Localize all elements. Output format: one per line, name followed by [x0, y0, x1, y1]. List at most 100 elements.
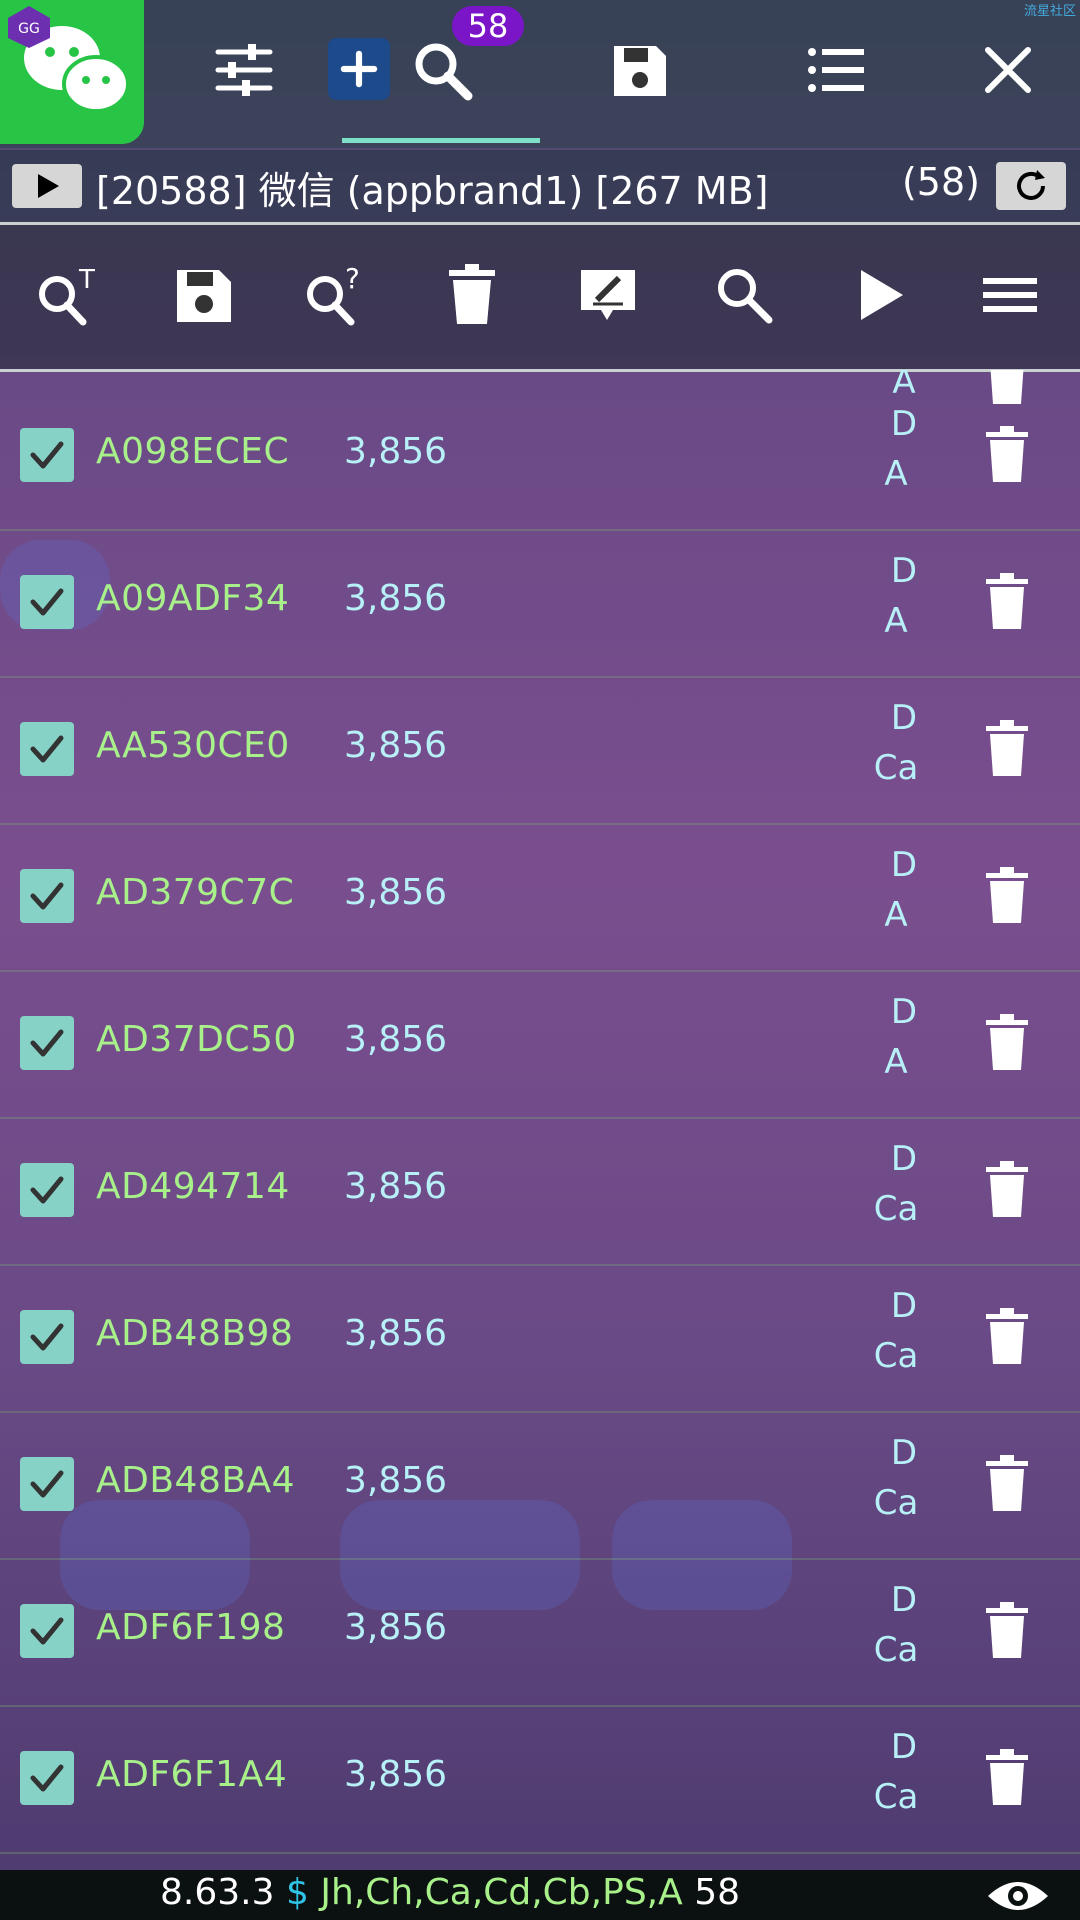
checkmark-icon — [30, 588, 64, 616]
row-address[interactable]: AD494714 — [96, 1166, 290, 1207]
trash-icon[interactable] — [982, 1306, 1032, 1366]
checkmark-icon — [30, 735, 64, 763]
row-value[interactable]: 3,856 — [344, 1166, 447, 1207]
dollar-sign: $ — [285, 1872, 309, 1913]
row-address[interactable]: AA530CE0 — [96, 725, 290, 766]
search-types: Jh,Ch,Ca,Cd,Cb,PS,A — [320, 1872, 683, 1913]
row-address[interactable]: ADB48BA4 — [96, 1460, 295, 1501]
search-text-icon[interactable]: T — [28, 255, 108, 335]
table-row[interactable]: A09ADF34 3,856 D A — [0, 529, 1080, 678]
checkmark-icon — [30, 441, 64, 469]
row-checkbox[interactable] — [20, 869, 74, 923]
row-type-flag: D — [890, 1580, 918, 1620]
checkmark-icon — [30, 1617, 64, 1645]
table-row[interactable]: ADB48BA4 3,856 D Ca — [0, 1411, 1080, 1560]
table-row[interactable]: AD379C7C 3,856 D A — [0, 823, 1080, 972]
table-row[interactable]: AA530CE0 3,856 D Ca — [0, 676, 1080, 825]
row-address[interactable]: AD37DC50 — [96, 1019, 297, 1060]
row-checkbox[interactable] — [20, 1457, 74, 1511]
row-region-flag: Ca — [873, 1336, 919, 1376]
save-results-icon[interactable] — [164, 255, 244, 335]
settings-sliders-icon[interactable] — [204, 30, 284, 110]
table-row[interactable]: ADF6F1A4 3,856 D Ca — [0, 1705, 1080, 1854]
row-checkbox[interactable] — [20, 428, 74, 482]
row-region-flag: Ca — [873, 1777, 919, 1817]
status-count: 58 — [694, 1872, 741, 1913]
trash-icon[interactable] — [982, 1600, 1032, 1660]
status-text: 8.63.3 $ Jh,Ch,Ca,Cd,Cb,PS,A 58 — [160, 1872, 740, 1913]
row-checkbox[interactable] — [20, 1310, 74, 1364]
row-region-flag: Ca — [873, 1630, 919, 1670]
trash-icon[interactable] — [982, 1159, 1032, 1219]
menu-icon[interactable] — [970, 255, 1050, 335]
eye-icon[interactable] — [986, 1874, 1050, 1918]
trash-icon[interactable] — [982, 865, 1032, 925]
row-address[interactable]: ADF6F1A4 — [96, 1754, 287, 1795]
edit-icon[interactable] — [568, 255, 648, 335]
row-value[interactable]: 3,856 — [344, 1019, 447, 1060]
trash-icon[interactable] — [982, 424, 1032, 484]
svg-text:?: ? — [345, 262, 360, 295]
add-icon[interactable] — [328, 38, 390, 100]
delete-icon[interactable] — [432, 255, 512, 335]
row-type-flag: D — [890, 404, 918, 444]
play-icon[interactable] — [840, 255, 920, 335]
row-checkbox[interactable] — [20, 1751, 74, 1805]
row-address[interactable]: A09ADF34 — [96, 578, 289, 619]
row-value[interactable]: 3,856 — [344, 1607, 447, 1648]
row-region-flag: A — [884, 895, 908, 935]
table-row[interactable]: AD494714 3,856 D Ca — [0, 1117, 1080, 1266]
trash-icon[interactable] — [982, 1012, 1032, 1072]
table-row[interactable]: ADF6F198 3,856 D Ca — [0, 1558, 1080, 1707]
refresh-icon — [1017, 170, 1045, 200]
table-row[interactable]: ADB48B98 3,856 D Ca — [0, 1264, 1080, 1413]
save-icon[interactable] — [600, 30, 680, 110]
wechat-app-icon[interactable]: GG — [0, 0, 144, 144]
process-result-count: (58) — [901, 160, 980, 204]
table-row[interactable]: AD37DC50 3,856 D A — [0, 970, 1080, 1119]
trash-icon[interactable] — [982, 1453, 1032, 1513]
results-list: A A098ECEC 3,856 D A A09ADF34 3,856 D A AA530CE0… — [0, 370, 1080, 1870]
row-address[interactable]: A098ECEC — [96, 431, 289, 472]
refresh-button[interactable] — [996, 162, 1066, 210]
row-type-flag: D — [890, 845, 918, 885]
row-type-flag: D — [890, 1727, 918, 1767]
row-type-flag: D — [890, 1139, 918, 1179]
row-value[interactable]: 3,856 — [344, 578, 447, 619]
list-icon[interactable] — [796, 30, 876, 110]
row-value[interactable]: 3,856 — [344, 872, 447, 913]
row-type-flag: D — [890, 551, 918, 591]
process-name: [20588] 微信 (appbrand1) [267 MB] — [96, 169, 769, 213]
row-value[interactable]: 3,856 — [344, 725, 447, 766]
version-label: 8.63.3 — [160, 1872, 275, 1913]
row-type-flag: D — [890, 1433, 918, 1473]
process-select-button[interactable] — [12, 164, 82, 208]
checkmark-icon — [30, 882, 64, 910]
checkmark-icon — [30, 1764, 64, 1792]
search-icon[interactable] — [704, 255, 784, 335]
trash-icon[interactable] — [982, 571, 1032, 631]
svg-text:T: T — [78, 265, 95, 295]
top-toolbar: GG 58 流星社区 — [0, 0, 1080, 148]
row-value[interactable]: 3,856 — [344, 431, 447, 472]
row-value[interactable]: 3,856 — [344, 1313, 447, 1354]
watermark-text: 流星社区 — [1023, 4, 1076, 19]
row-region-flag: Ca — [873, 748, 919, 788]
row-checkbox[interactable] — [20, 1016, 74, 1070]
row-address[interactable]: AD379C7C — [96, 872, 294, 913]
row-checkbox[interactable] — [20, 1163, 74, 1217]
trash-icon[interactable] — [982, 718, 1032, 778]
row-checkbox[interactable] — [20, 1604, 74, 1658]
table-row[interactable]: A098ECEC 3,856 D A — [0, 382, 1080, 531]
close-icon[interactable] — [968, 30, 1048, 110]
row-address[interactable]: ADF6F198 — [96, 1607, 285, 1648]
row-checkbox[interactable] — [20, 575, 74, 629]
trash-icon[interactable] — [982, 1747, 1032, 1807]
fuzzy-search-icon[interactable]: ? — [296, 255, 376, 335]
result-count-badge: 58 — [452, 6, 524, 46]
checkmark-icon — [30, 1029, 64, 1057]
row-checkbox[interactable] — [20, 722, 74, 776]
row-value[interactable]: 3,856 — [344, 1460, 447, 1501]
row-address[interactable]: ADB48B98 — [96, 1313, 293, 1354]
row-value[interactable]: 3,856 — [344, 1754, 447, 1795]
